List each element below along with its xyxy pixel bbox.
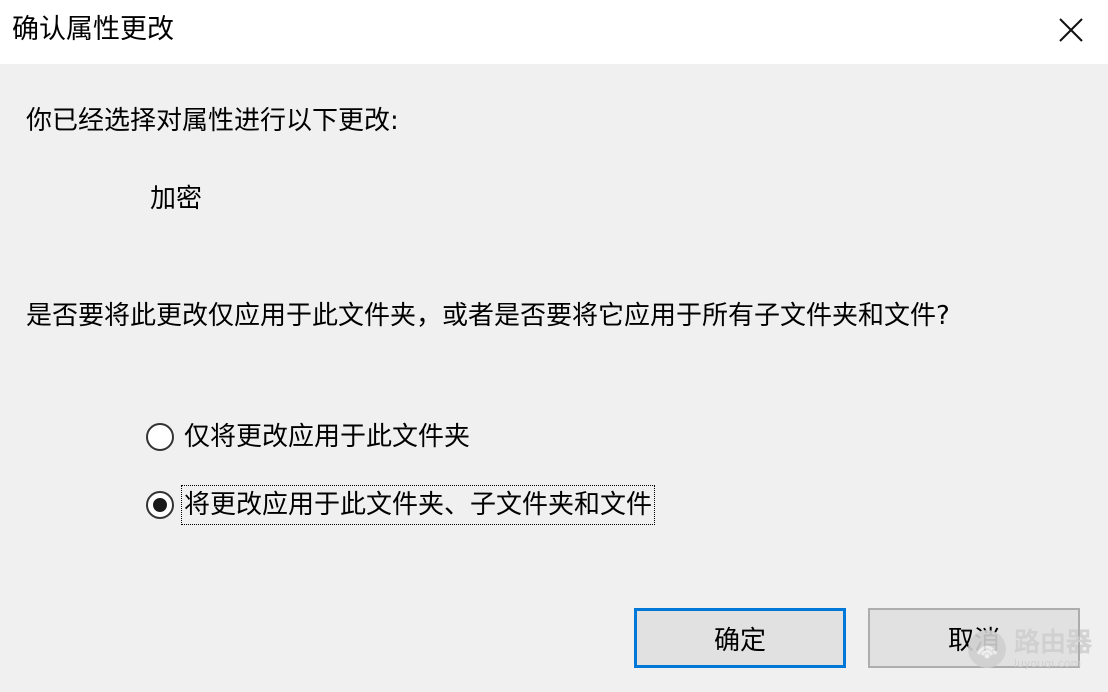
radio-dot bbox=[153, 498, 167, 512]
change-item: 加密 bbox=[150, 184, 203, 214]
ok-button[interactable]: 确定 bbox=[634, 608, 846, 668]
close-icon bbox=[1059, 18, 1083, 42]
dialog-title: 确认属性更改 bbox=[12, 14, 174, 45]
intro-text: 你已经选择对属性进行以下更改: bbox=[26, 106, 399, 136]
question-text: 是否要将此更改仅应用于此文件夹，或者是否要将它应用于所有子文件夹和文件? bbox=[26, 301, 950, 331]
watermark-name: 路由器 bbox=[1013, 627, 1092, 658]
radio-button[interactable] bbox=[146, 423, 174, 451]
option-label: 仅将更改应用于此文件夹 bbox=[184, 422, 471, 452]
title-bar: 确认属性更改 bbox=[0, 0, 1108, 64]
close-button[interactable] bbox=[1048, 8, 1094, 52]
option-folder-subfolders-files[interactable]: 将更改应用于此文件夹、子文件夹和文件 bbox=[146, 485, 656, 525]
option-this-folder-only[interactable]: 仅将更改应用于此文件夹 bbox=[146, 420, 470, 454]
option-label: 将更改应用于此文件夹、子文件夹和文件 bbox=[180, 485, 656, 525]
confirm-attribute-dialog: 确认属性更改 你已经选择对属性进行以下更改: 加密 是否要将此更改仅应用于此文件… bbox=[0, 0, 1108, 692]
watermark: 路由器 luyouqi.com bbox=[966, 628, 1092, 670]
router-logo-icon bbox=[967, 630, 1006, 668]
watermark-domain: luyouqi.com bbox=[1013, 656, 1082, 670]
radio-button-selected[interactable] bbox=[146, 491, 174, 519]
